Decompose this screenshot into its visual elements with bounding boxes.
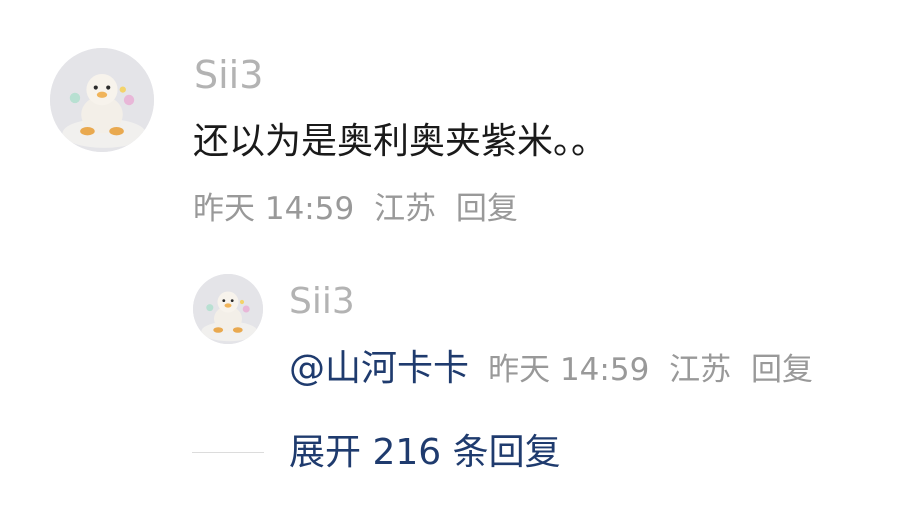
reply-time: 昨天 14:59 <box>488 352 650 388</box>
comment-location: 江苏 <box>374 191 437 227</box>
divider <box>192 452 264 453</box>
duck-plush-avatar-icon <box>193 274 263 344</box>
comment-time: 昨天 14:59 <box>193 191 355 227</box>
expand-replies-button[interactable]: 展开 216 条回复 <box>289 430 561 476</box>
comment-text: 还以为是奥利奥夹紫米。。 <box>193 121 608 162</box>
reply-content: @山河卡卡 昨天 14:59 江苏 回复 <box>289 347 813 397</box>
reply-avatar[interactable] <box>193 274 263 344</box>
reply-mention-link[interactable]: @山河卡卡 <box>289 348 469 389</box>
comment-meta: 昨天 14:59 江苏 回复 <box>193 189 518 229</box>
avatar[interactable] <box>50 48 154 152</box>
reply-username[interactable]: Sii3 <box>289 280 355 324</box>
reply-reply-button[interactable]: 回复 <box>751 352 813 388</box>
duck-plush-avatar-icon <box>50 48 154 152</box>
reply-meta: 昨天 14:59 江苏 回复 <box>488 352 813 388</box>
comment-reply-button[interactable]: 回复 <box>456 191 518 227</box>
comment-username[interactable]: Sii3 <box>194 52 263 98</box>
reply-location: 江苏 <box>669 352 732 388</box>
